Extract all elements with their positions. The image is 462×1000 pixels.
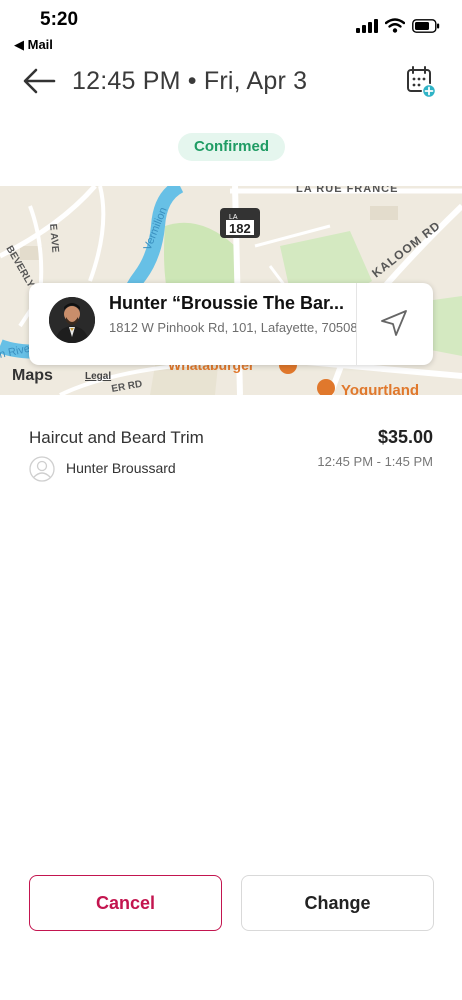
shield-state-label: LA [229,214,238,221]
status-icons [356,18,440,33]
map-label-road-right: KALOOM RD [369,218,443,280]
calendar-add-icon[interactable] [406,66,436,98]
location-address: 1812 W Pinhook Rd, 101, Lafayette, 70508 [109,320,358,335]
status-bar: 5:20 ◀ Mail [0,0,462,56]
maps-logo: Maps [12,367,53,385]
map-label-street-left: E AVE [47,223,61,253]
location-name: Hunter “Broussie The Bar... [109,293,345,313]
cancel-button[interactable]: Cancel [29,875,222,931]
battery-icon [412,18,440,33]
change-button[interactable]: Change [241,875,434,931]
wifi-icon [385,18,405,33]
map-label-road-top: LA RUE FRANCE [296,186,398,195]
service-price: $35.00 [377,427,433,447]
poi-yogurtland-label: Yogurtland [341,382,419,395]
shield-number-label: 182 [229,221,251,236]
status-badge: Confirmed [178,133,285,161]
navigation-arrow-icon[interactable] [379,308,409,338]
avatar [49,297,95,343]
staff-avatar-icon [29,456,55,482]
back-arrow-icon[interactable] [22,66,56,96]
legal-link[interactable]: Legal [85,371,111,382]
service-name: Haircut and Beard Trim [29,428,204,447]
map-label-road-bottom: ER RD [111,379,144,395]
maps-logo-text: Maps [12,367,53,384]
service-time: 12:45 PM - 1:45 PM [317,454,433,469]
location-card[interactable]: Hunter “Broussie The Bar... 1812 W Pinho… [29,283,433,365]
staff-name: Hunter Broussard [66,460,176,476]
status-time: 5:20 [40,9,79,30]
card-divider [356,283,357,365]
avatar-image [49,297,95,343]
page-title: 12:45 PM • Fri, Apr 3 [72,67,308,95]
header: 12:45 PM • Fri, Apr 3 [0,56,462,108]
back-to-mail-link[interactable]: ◀ Mail [14,37,53,53]
signal-icon [356,18,378,33]
route-shield-icon: LA 182 [220,208,260,238]
